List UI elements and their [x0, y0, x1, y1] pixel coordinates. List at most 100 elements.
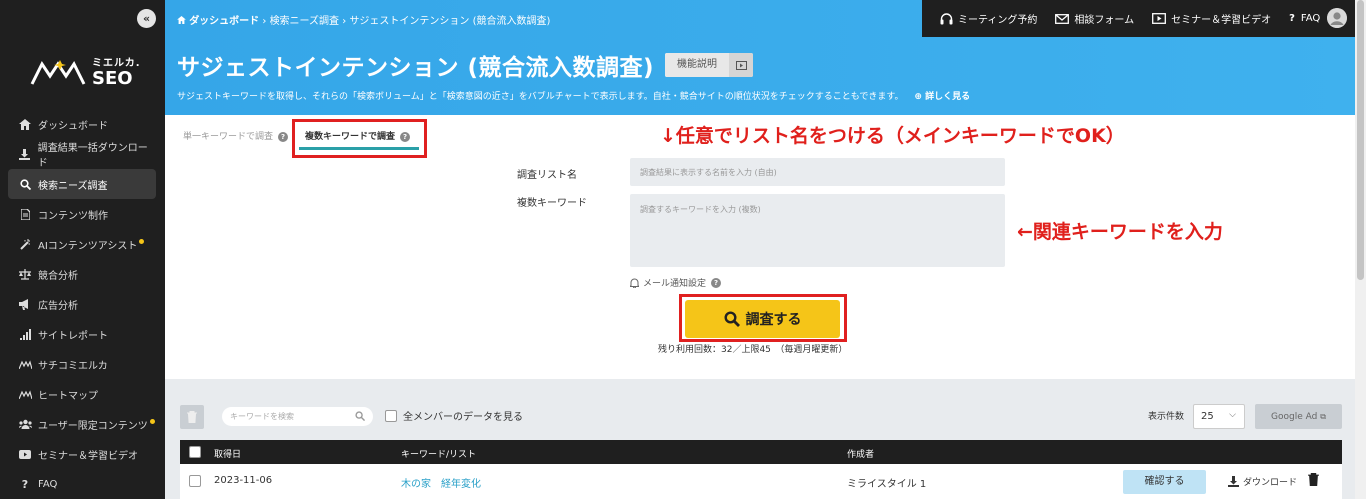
checkbox[interactable]	[385, 409, 397, 422]
sidebar-item-faq[interactable]: ? FAQ	[8, 469, 156, 499]
sidebar-item-label: 検索ニーズ調査	[38, 180, 108, 192]
breadcrumb: ダッシュボード › 検索ニーズ調査 › サジェストインテンション (競合流入数調…	[177, 12, 550, 27]
highlight-box-submit	[679, 294, 847, 342]
bar-chart-icon	[18, 327, 32, 341]
logo-mini-icon	[18, 387, 32, 401]
bulk-delete-button[interactable]	[180, 405, 204, 429]
help-icon[interactable]: ?	[711, 277, 722, 288]
download-button[interactable]: ダウンロード	[1228, 475, 1297, 488]
breadcrumb-home[interactable]: ダッシュボード	[189, 16, 259, 27]
delete-row-button[interactable]	[1308, 473, 1319, 489]
search-icon	[355, 411, 365, 421]
sidebar-item-label: 調査結果一括ダウンロード	[37, 143, 148, 169]
sidebar-item-label: ヒートマップ	[38, 390, 98, 402]
per-page-select[interactable]: 25 ⌵	[1193, 404, 1245, 429]
sidebar-item-site-report[interactable]: サイトレポート	[8, 319, 156, 349]
sidebar-item-label: セミナー＆学習ビデオ	[38, 450, 138, 462]
sidebar-item-ai-assist[interactable]: AIコンテンツアシスト	[8, 229, 156, 259]
sidebar-item-dashboard[interactable]: ダッシュボード	[8, 109, 156, 139]
page-scrollbar[interactable]	[1355, 0, 1366, 499]
remaining-usage-text: 残り利用回数：32／上限45 （毎週月曜更新）	[658, 345, 848, 355]
row-author: ミライスタイル 1	[847, 479, 927, 490]
more-details-link[interactable]: ⊕ 詳しく見る	[914, 92, 970, 102]
user-icon	[1327, 8, 1347, 28]
sidebar-item-label: ユーザー限定コンテンツ	[38, 420, 148, 432]
sidebar-item-label: サチコミエルカ	[38, 360, 108, 372]
sidebar-item-sachiko-mieruka[interactable]: サチコミエルカ	[8, 349, 156, 379]
plus-circle-icon: ⊕	[914, 92, 922, 102]
trash-icon	[1308, 473, 1319, 487]
confirm-button[interactable]: 確認する	[1123, 470, 1206, 494]
page-title: サジェストインテンション (競合流入数調査)	[177, 55, 655, 81]
sidebar-item-label: AIコンテンツアシスト	[38, 240, 138, 252]
column-author: 作成者	[847, 450, 875, 460]
sidebar-item-competitor[interactable]: 競合分析	[8, 259, 156, 289]
logo[interactable]: ミエルカ. SEO	[30, 52, 150, 92]
breadcrumb-search-needs[interactable]: 検索ニーズ調査	[270, 16, 340, 27]
contact-form-link[interactable]: 相談フォーム	[1055, 11, 1134, 26]
headset-icon	[940, 12, 953, 24]
download-icon	[18, 147, 32, 161]
keywords-textarea[interactable]: 調査するキーワードを入力 (複数)	[630, 194, 1005, 267]
google-ads-button[interactable]: Google Ad ⧉	[1255, 404, 1342, 429]
avatar[interactable]	[1327, 8, 1347, 28]
sidebar-item-search-needs[interactable]: 検索ニーズ調査	[8, 169, 156, 199]
column-date: 取得日	[214, 450, 242, 460]
keyword-search-input[interactable]: キーワードを検索	[222, 407, 373, 426]
table-header: 取得日 キーワード/リスト 作成者	[180, 440, 1342, 464]
keywords-label: 複数キーワード	[517, 198, 587, 209]
sidebar-item-user-content[interactable]: ユーザー限定コンテンツ	[8, 409, 156, 439]
help-icon[interactable]: ?	[278, 131, 289, 142]
sidebar-item-content-creation[interactable]: コンテンツ制作	[8, 199, 156, 229]
breadcrumb-separator: ›	[342, 16, 347, 27]
home-icon	[177, 16, 189, 27]
per-page-label: 表示件数	[1148, 412, 1185, 422]
meeting-link[interactable]: ミーティング予約	[940, 11, 1037, 26]
list-name-label: 調査リスト名	[517, 170, 577, 181]
sidebar-item-ads[interactable]: 広告分析	[8, 289, 156, 319]
column-keyword: キーワード/リスト	[401, 450, 477, 460]
row-keyword-link[interactable]: 木の家 経年変化	[401, 475, 481, 490]
row-checkbox[interactable]	[189, 475, 201, 487]
list-name-input[interactable]: 調査結果に表示する名前を入力 (自由)	[630, 158, 1005, 186]
external-link-icon: ⧉	[1320, 412, 1326, 421]
scale-icon	[18, 267, 32, 281]
feature-description-button[interactable]: 機能説明	[665, 53, 753, 77]
select-all-checkbox[interactable]	[189, 446, 201, 458]
video-icon	[1152, 13, 1167, 24]
scrollbar-thumb[interactable]	[1357, 0, 1364, 280]
chevron-down-icon: ⌵	[1229, 410, 1236, 420]
magic-wand-icon	[18, 237, 32, 251]
document-icon	[18, 207, 32, 221]
table-row: 2023-11-06 木の家 経年変化 ミライスタイル 1 確認する ダウンロー…	[180, 464, 1342, 499]
home-icon	[18, 117, 32, 131]
question-icon: ?	[1289, 13, 1295, 24]
sidebar-item-label: 広告分析	[38, 300, 78, 312]
breadcrumb-current: サジェストインテンション (競合流入数調査)	[349, 16, 551, 27]
seminar-link[interactable]: セミナー＆学習ビデオ	[1152, 11, 1271, 26]
tab-single-keyword[interactable]: 単一キーワードで調査?	[183, 129, 289, 142]
question-icon: ?	[21, 477, 29, 491]
breadcrumb-separator: ›	[262, 16, 267, 27]
mail-notification-setting[interactable]: メール通知設定 ?	[630, 276, 722, 289]
highlight-box-tab	[292, 119, 427, 158]
sidebar-nav: ダッシュボード 調査結果一括ダウンロード 検索ニーズ調査 コンテンツ制作 AIコ…	[8, 109, 156, 499]
trash-icon	[187, 411, 197, 423]
sidebar-item-heatmap[interactable]: ヒートマップ	[8, 379, 156, 409]
download-icon	[1228, 476, 1239, 487]
sidebar-item-seminar[interactable]: セミナー＆学習ビデオ	[8, 439, 156, 469]
video-icon	[18, 447, 32, 461]
logo-text: ミエルカ. SEO	[92, 58, 141, 89]
faq-link[interactable]: ? FAQ	[1289, 13, 1320, 24]
sidebar-item-label: サイトレポート	[38, 330, 108, 342]
all-members-checkbox[interactable]: 全メンバーのデータを見る	[385, 408, 523, 423]
annotation-keywords: ←関連キーワードを入力	[1017, 221, 1223, 243]
logo-mark-icon	[30, 60, 86, 85]
page-header: ダッシュボード › 検索ニーズ調査 › サジェストインテンション (競合流入数調…	[165, 0, 1355, 115]
bell-icon	[630, 278, 639, 288]
sidebar-item-label: 競合分析	[38, 270, 78, 282]
sidebar-item-bulk-download[interactable]: 調査結果一括ダウンロード	[8, 139, 156, 169]
new-badge	[139, 238, 145, 244]
search-icon	[18, 177, 32, 191]
sidebar-collapse-button[interactable]: «	[137, 9, 156, 28]
